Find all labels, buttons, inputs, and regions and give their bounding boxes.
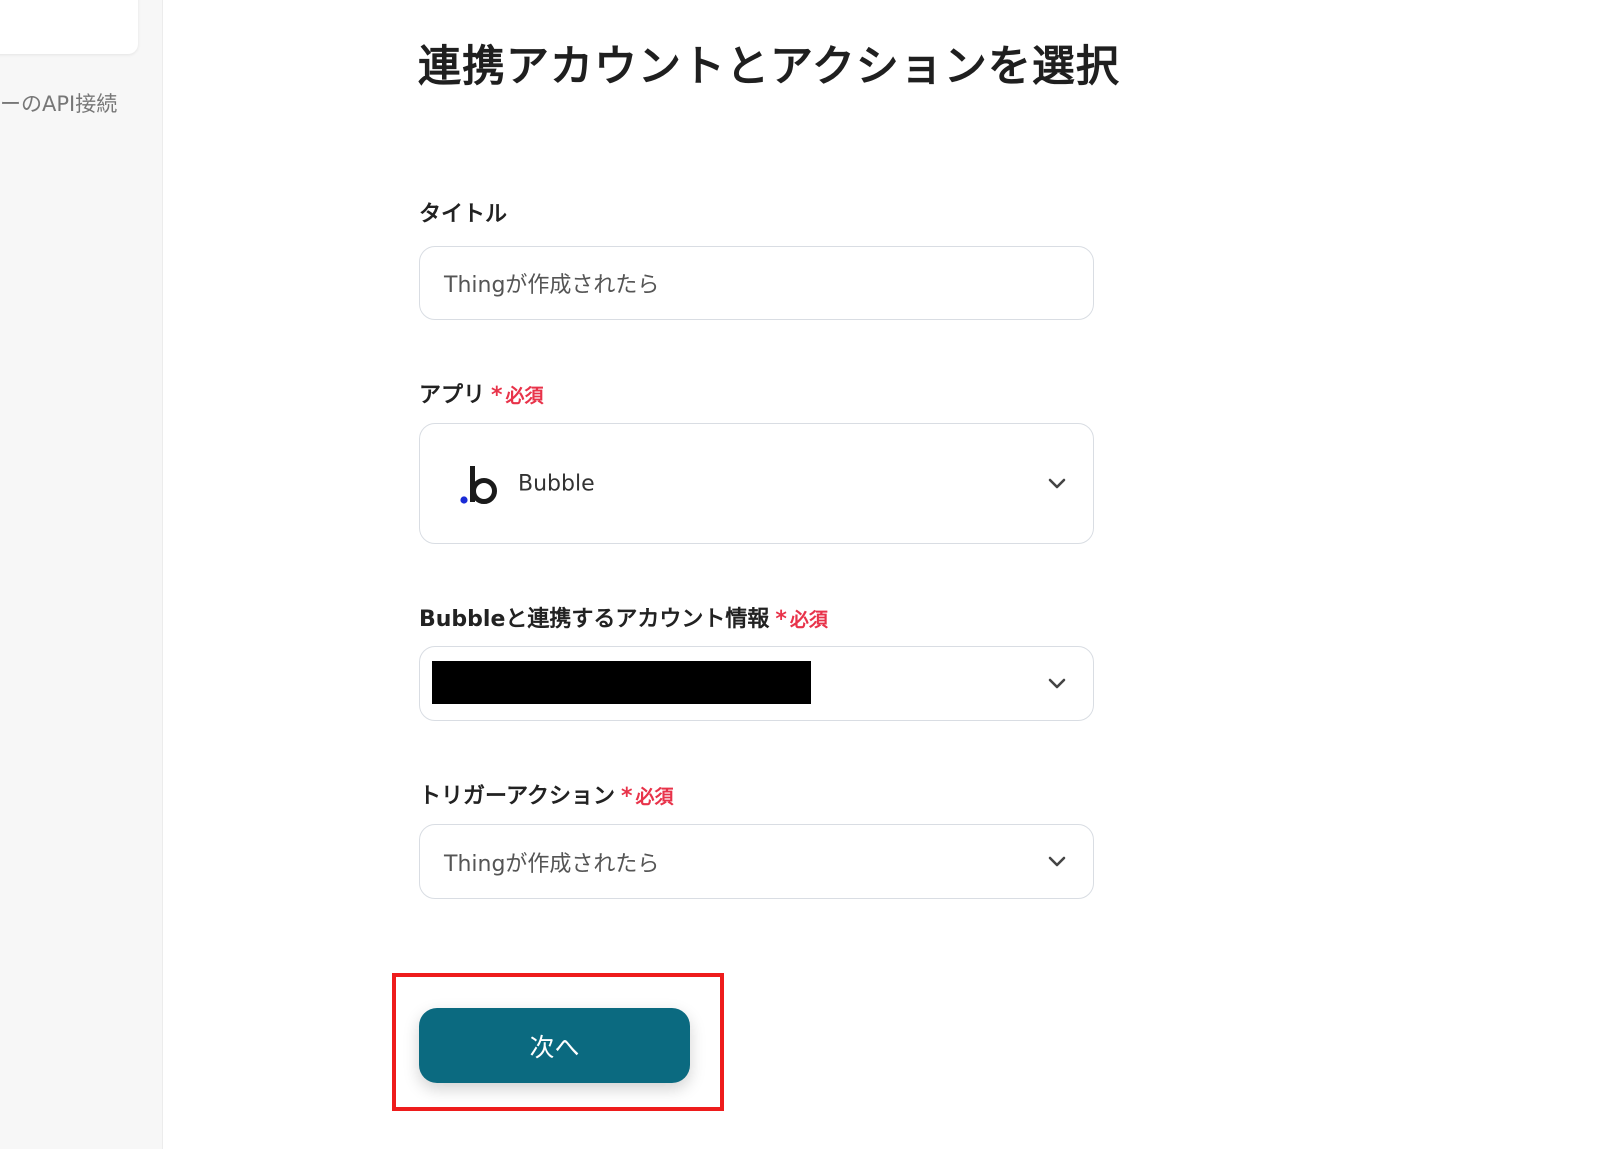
title-field-label-text: タイトル: [419, 202, 508, 227]
sidebar-item-api-connection[interactable]: ーのAPI接続: [0, 88, 117, 118]
title-input-value: Thingが作成されたら: [444, 273, 660, 298]
sidebar: ーのAPI接続: [0, 0, 163, 1149]
title-field-label: タイトル: [419, 196, 507, 228]
required-asterisk-icon: *: [491, 383, 503, 408]
required-badge: * 必須: [621, 784, 674, 809]
required-asterisk-icon: *: [621, 784, 633, 809]
required-asterisk-icon: *: [775, 607, 787, 632]
required-badge: * 必須: [491, 383, 544, 408]
required-text: 必須: [789, 609, 828, 631]
app-select[interactable]: Bubble: [419, 423, 1094, 544]
title-input[interactable]: Thingが作成されたら: [419, 246, 1094, 320]
next-button[interactable]: 次へ: [419, 1008, 690, 1083]
app-field-label: アプリ * 必須: [419, 377, 544, 409]
page-title: 連携アカウントとアクションを選択: [418, 42, 1120, 92]
sidebar-card[interactable]: [0, 0, 138, 54]
account-select[interactable]: [419, 646, 1094, 721]
bubble-logo-icon: [460, 465, 497, 504]
account-field-label: Bubbleと連携するアカウント情報 * 必須: [419, 601, 828, 633]
trigger-action-value: Thingが作成されたら: [444, 851, 660, 877]
required-badge: * 必須: [775, 607, 828, 632]
account-field-label-text: Bubbleと連携するアカウント情報: [419, 607, 770, 632]
required-text: 必須: [505, 385, 544, 407]
trigger-action-select[interactable]: Thingが作成されたら: [419, 824, 1094, 899]
chevron-down-icon: [1048, 478, 1066, 488]
chevron-down-icon: [1048, 856, 1066, 866]
app-field-label-text: アプリ: [419, 383, 486, 408]
trigger-field-label-text: トリガーアクション: [419, 784, 616, 809]
redacted-account-value: [432, 661, 811, 704]
app-select-value: Bubble: [518, 471, 595, 496]
chevron-down-icon: [1048, 678, 1066, 688]
required-text: 必須: [635, 786, 674, 808]
trigger-field-label: トリガーアクション * 必須: [419, 778, 674, 810]
